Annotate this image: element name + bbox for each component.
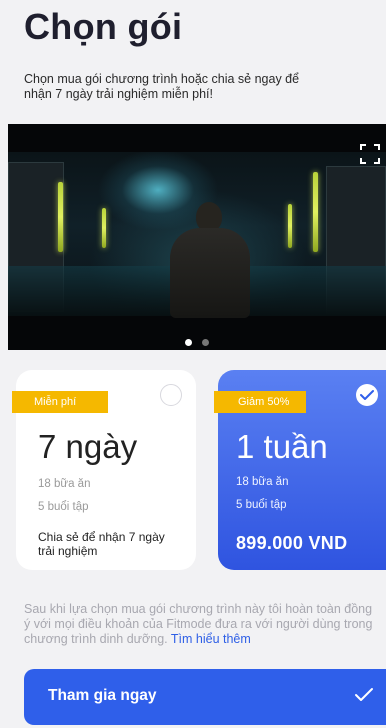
join-now-label: Tham gia ngay	[48, 687, 157, 704]
terms-text: Sau khi lựa chọn mua gói chương trình nà…	[24, 602, 374, 647]
carousel-dot[interactable]	[202, 339, 210, 346]
page-subtitle: Chọn mua gói chương trình hoặc chia sẻ n…	[24, 72, 300, 101]
neon-light	[313, 172, 318, 252]
plan-workouts: 5 buổi tập	[236, 499, 287, 511]
plan-price: 899.000 VND	[236, 533, 348, 553]
learn-more-link[interactable]: Tìm hiểu thêm	[171, 632, 251, 646]
fullscreen-icon[interactable]	[360, 144, 380, 164]
checkmark-icon	[354, 687, 374, 708]
plan-duration: 7 ngày	[38, 428, 138, 465]
plan-workouts: 5 buổi tập	[38, 501, 89, 513]
page-title: Chọn gói	[24, 6, 183, 47]
carousel-dot-active[interactable]	[184, 339, 192, 346]
video-frame	[8, 152, 386, 318]
neon-light	[58, 182, 63, 252]
plan-duration: 1 tuần	[236, 428, 328, 465]
neon-light	[102, 208, 106, 248]
plan-tag: Miễn phí	[12, 391, 108, 413]
athlete-figure	[168, 202, 252, 318]
join-now-button[interactable]: Tham gia ngay	[24, 669, 386, 725]
plan-card-free[interactable]: Miễn phí 7 ngày 18 bữa ăn 5 buổi tập Chi…	[12, 370, 196, 570]
carousel-dots	[8, 333, 386, 350]
neon-light	[288, 204, 292, 248]
radio-unselected-icon[interactable]	[160, 384, 182, 406]
plan-card-week[interactable]: Giảm 50% 1 tuần 18 bữa ăn 5 buổi tập 899…	[214, 370, 386, 570]
promo-video[interactable]	[8, 124, 386, 350]
plan-meals: 18 bữa ăn	[236, 476, 289, 488]
plan-tag: Giảm 50%	[214, 391, 306, 413]
plan-meals: 18 bữa ăn	[38, 478, 91, 490]
checkmark-icon[interactable]	[356, 384, 378, 406]
plan-share-note: Chia sẻ để nhận 7 ngày trải nghiệm	[38, 530, 165, 558]
